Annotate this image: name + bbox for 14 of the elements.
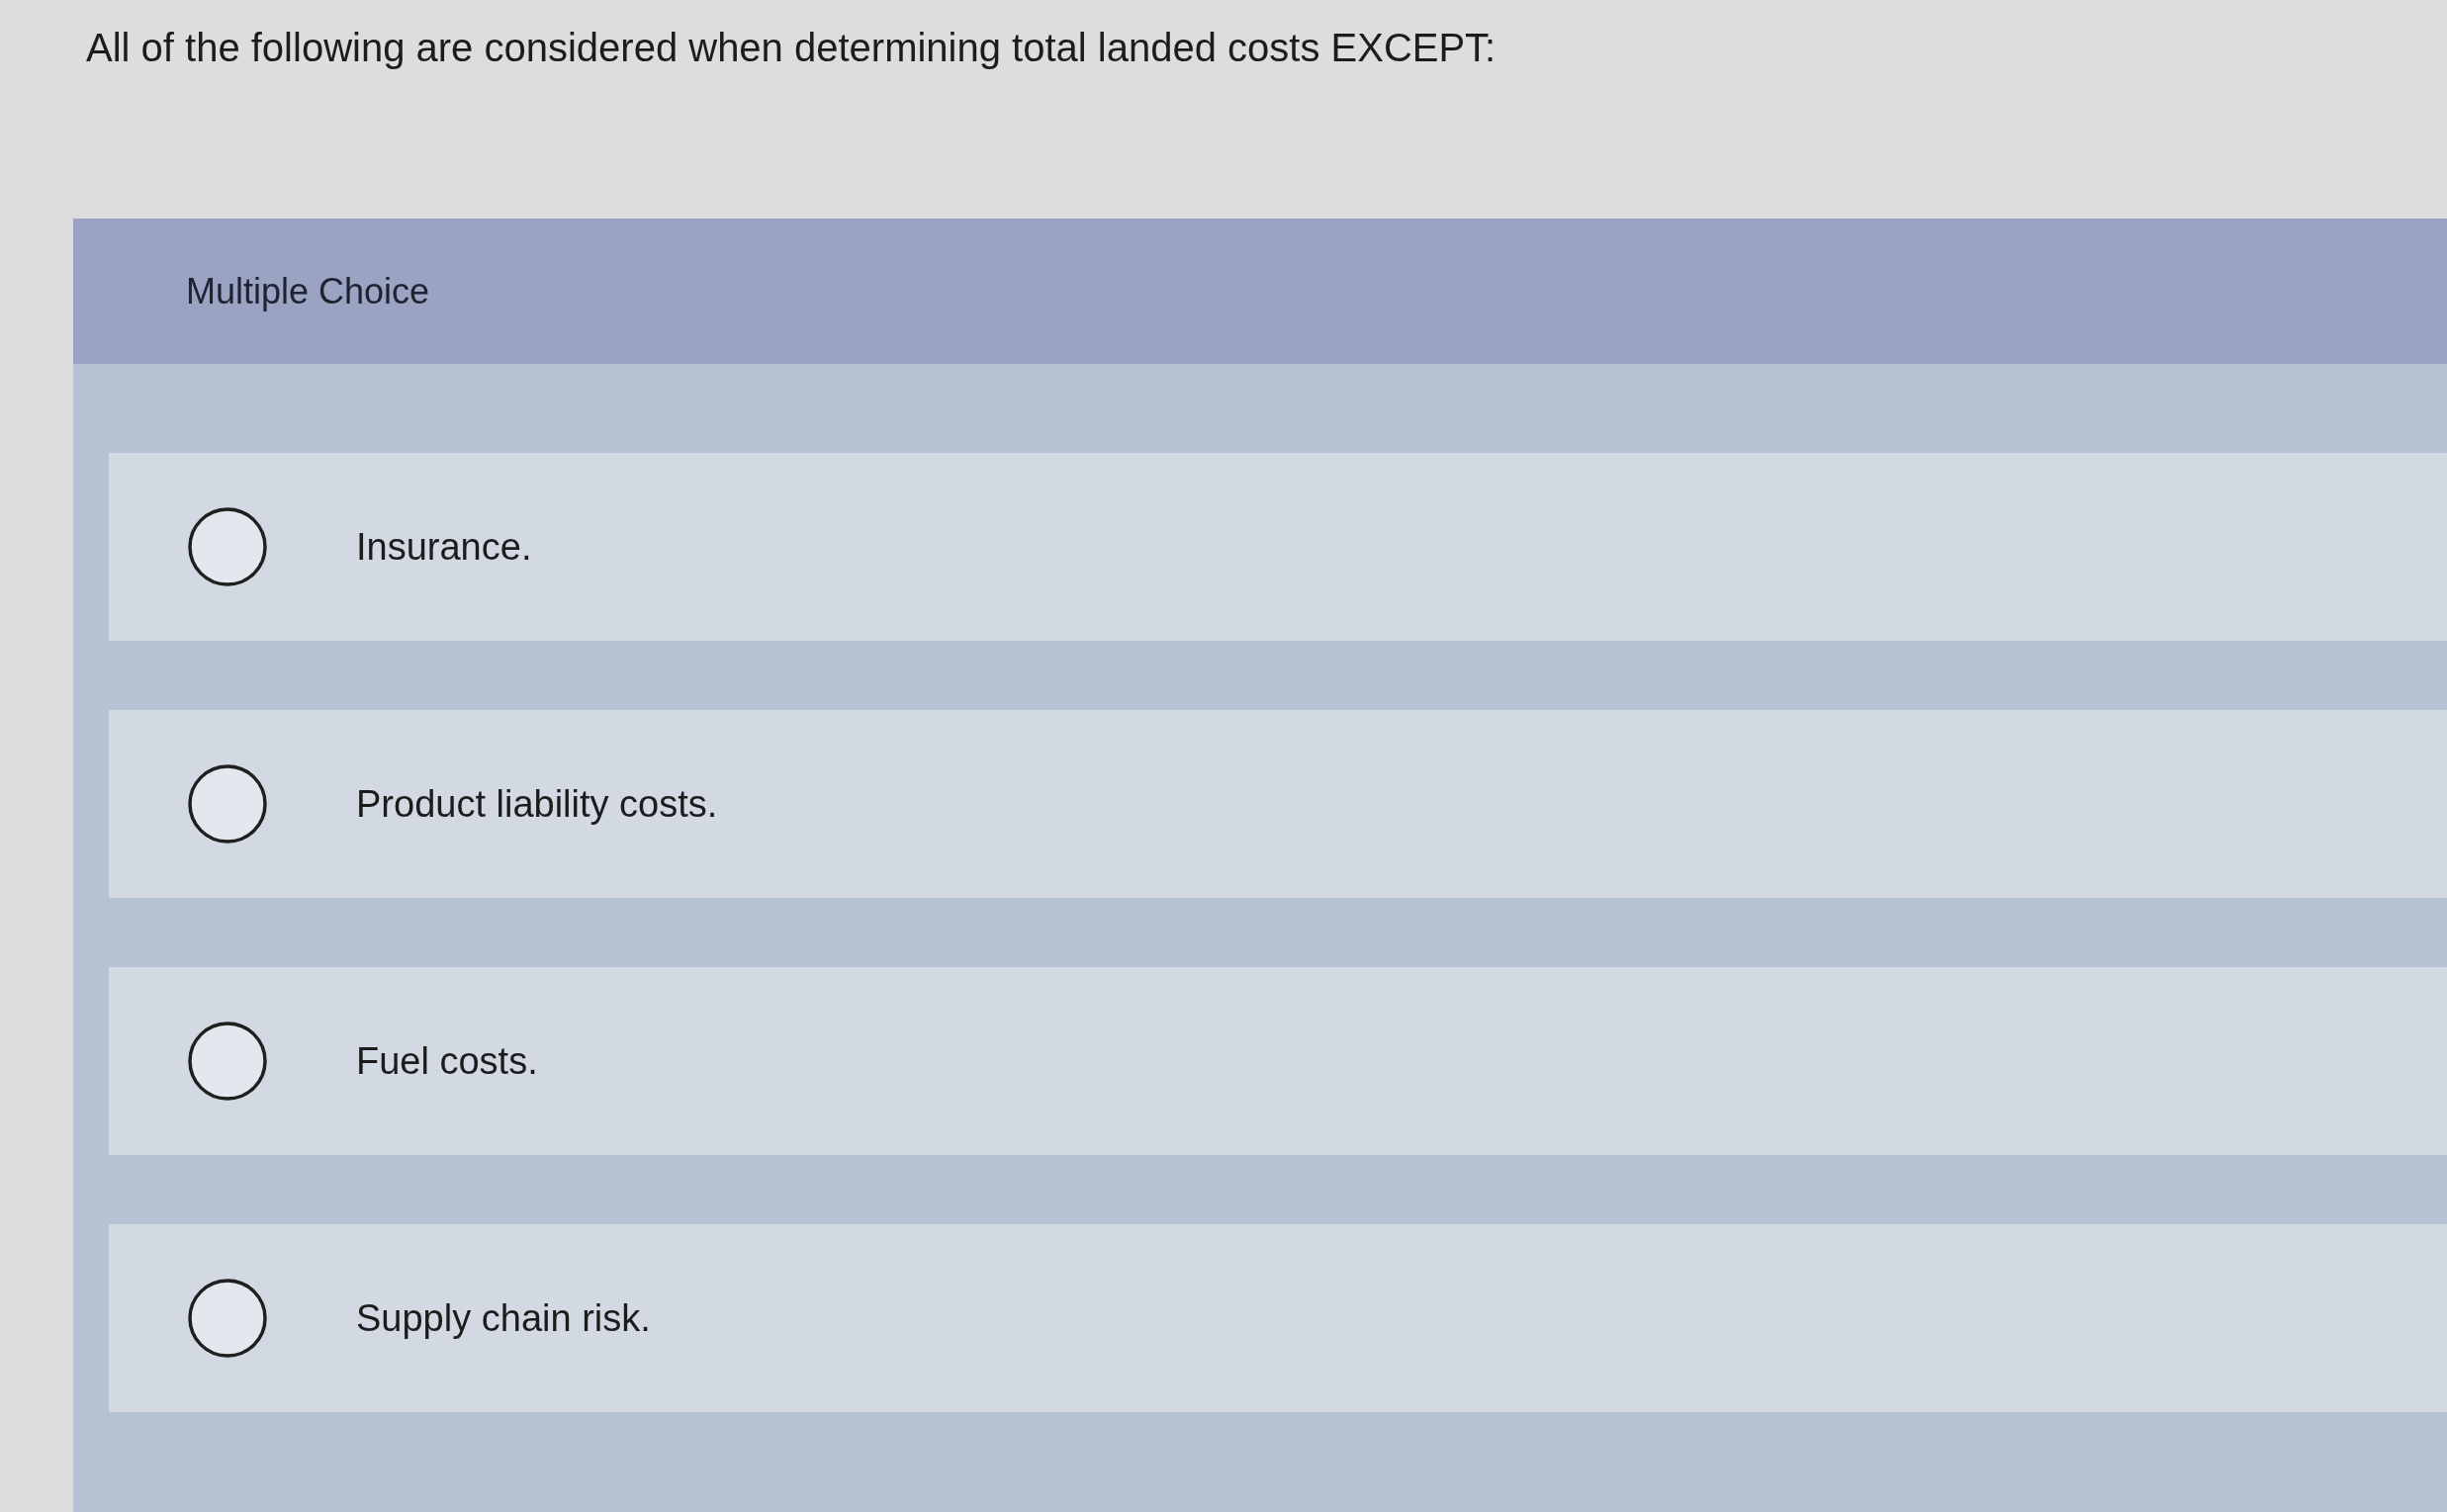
answer-option[interactable]: Insurance. <box>109 453 2447 641</box>
answer-option[interactable]: Product liability costs. <box>109 710 2447 898</box>
panel-heading: Multiple Choice <box>186 269 430 313</box>
radio-button[interactable] <box>188 1279 267 1358</box>
radio-button[interactable] <box>188 764 267 844</box>
radio-button[interactable] <box>188 507 267 586</box>
question-text: All of the following are considered when determining total landed costs EXCEPT: <box>86 25 1496 71</box>
radio-button[interactable] <box>188 1022 267 1101</box>
option-label: Supply chain risk. <box>356 1296 651 1341</box>
answer-option[interactable]: Supply chain risk. <box>109 1224 2447 1412</box>
option-label: Fuel costs. <box>356 1039 538 1084</box>
option-label: Product liability costs. <box>356 782 718 827</box>
answer-option[interactable]: Fuel costs. <box>109 967 2447 1155</box>
option-label: Insurance. <box>356 525 532 570</box>
